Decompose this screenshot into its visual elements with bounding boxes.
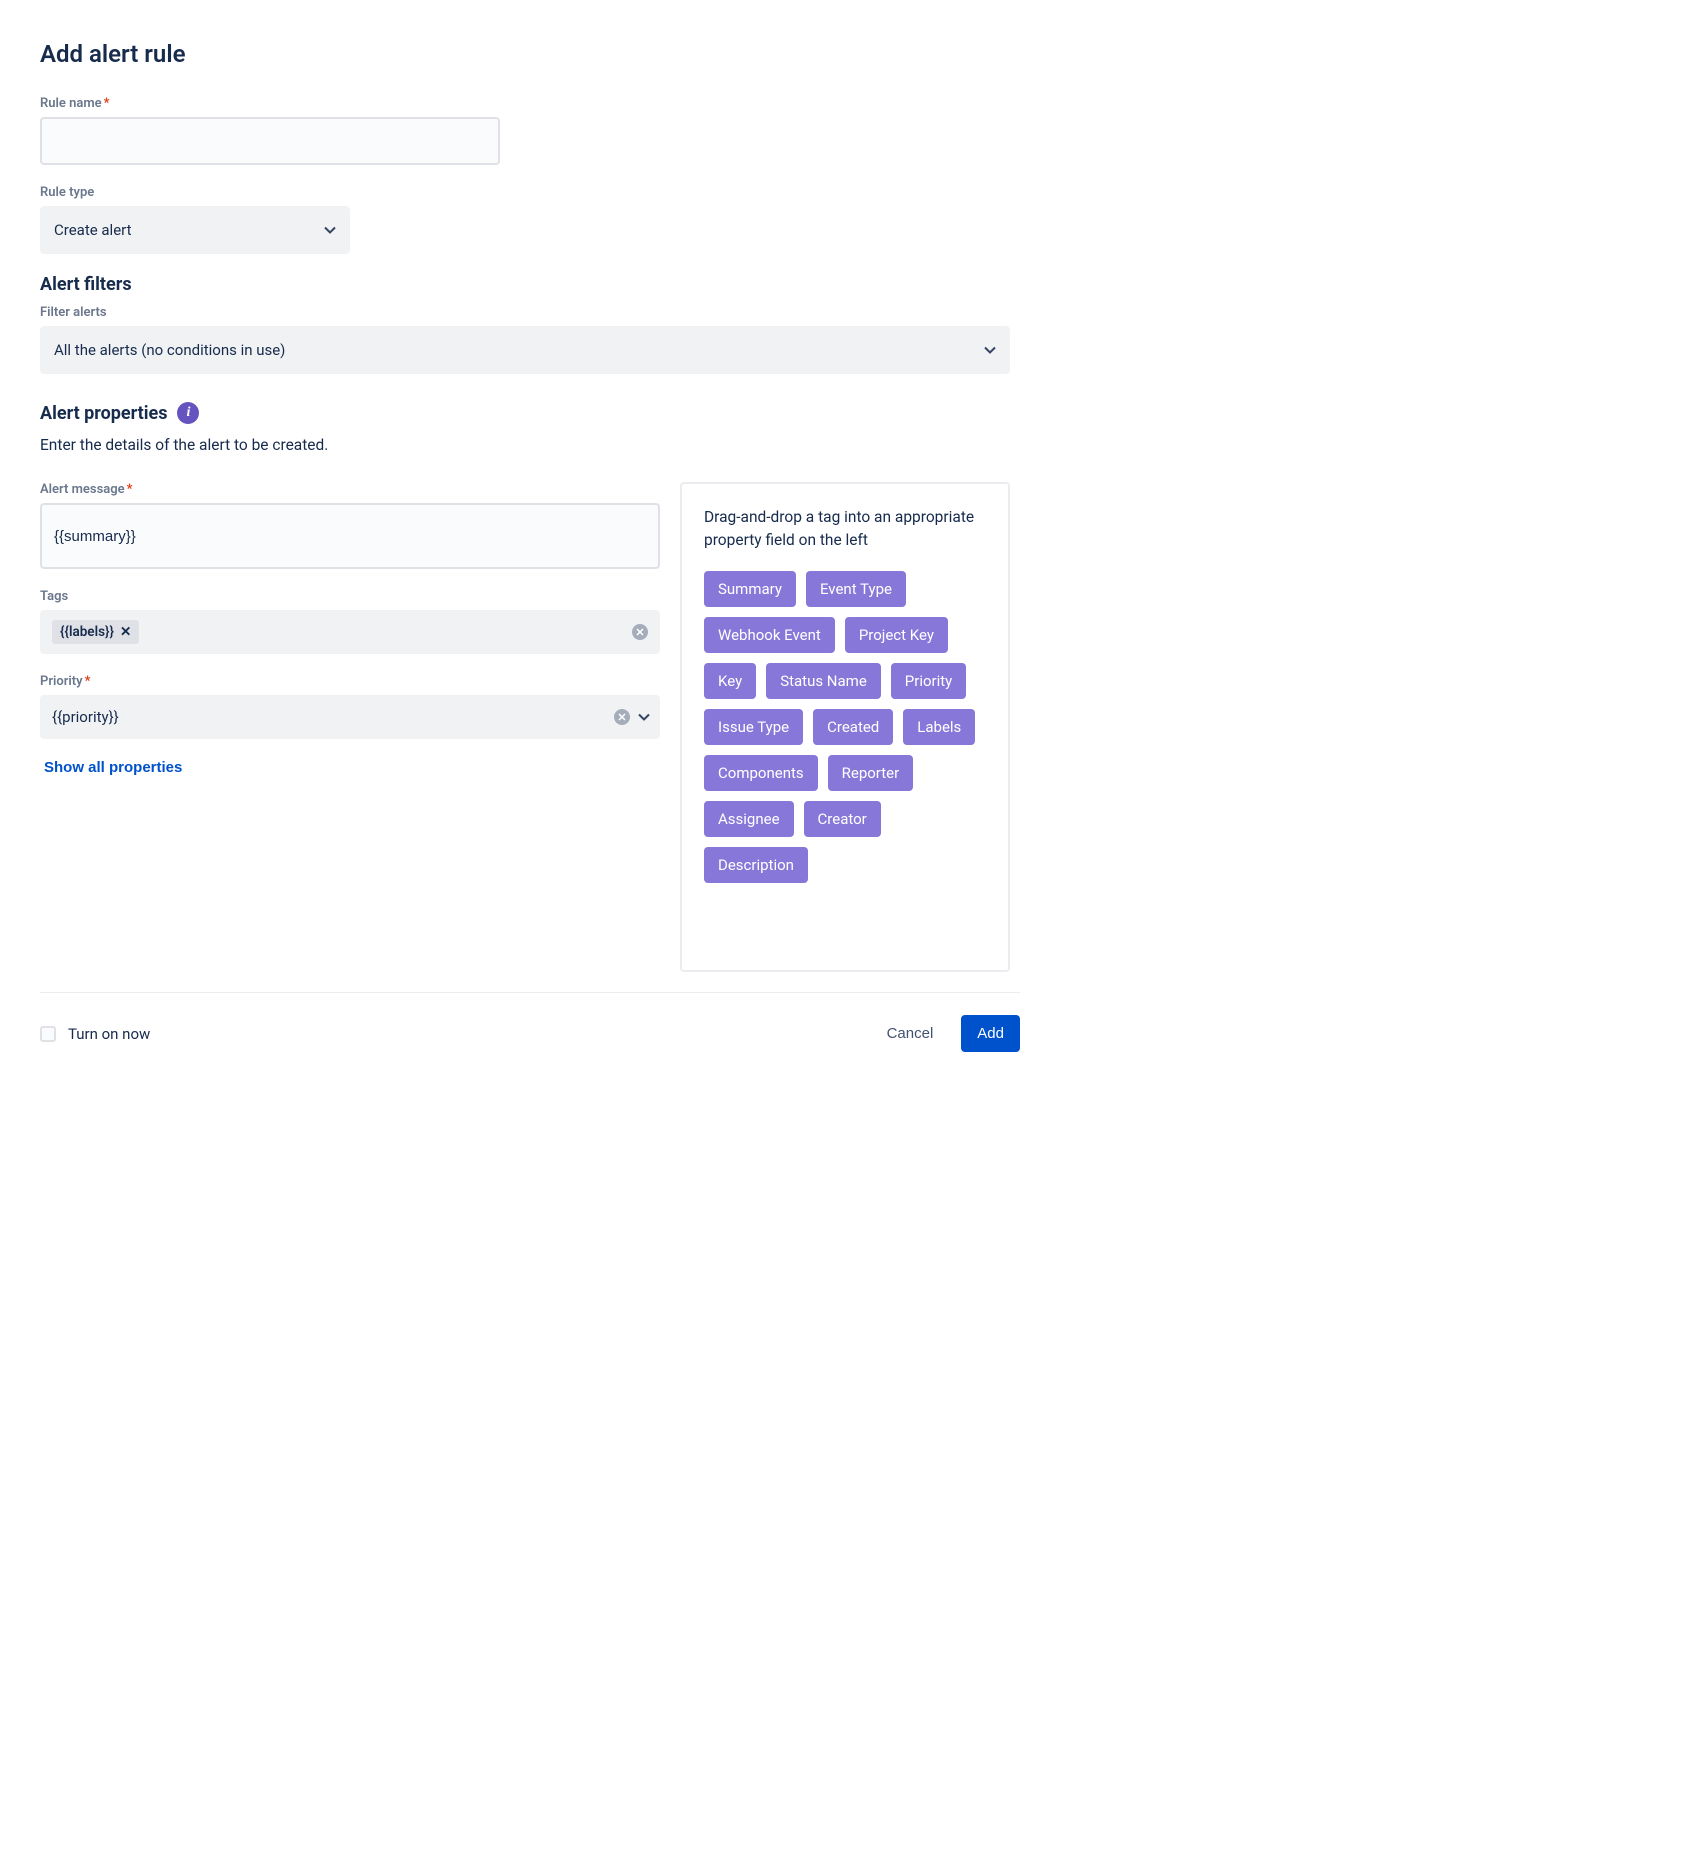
alert-properties-section: Alert properties i Enter the details of … bbox=[40, 402, 1010, 972]
tags-field-group: Tags {{labels}} ✕ ✕ bbox=[40, 589, 660, 654]
tag-chip-text: {{labels}} bbox=[60, 624, 114, 640]
drag-tag[interactable]: Description bbox=[704, 847, 808, 883]
alert-filters-heading: Alert filters bbox=[40, 274, 1010, 295]
drag-tag[interactable]: Assignee bbox=[704, 801, 794, 837]
filter-alerts-selected: All the alerts (no conditions in use) bbox=[54, 341, 285, 359]
alert-properties-heading: Alert properties i bbox=[40, 402, 1010, 424]
alert-properties-heading-text: Alert properties bbox=[40, 403, 167, 424]
alert-message-label-text: Alert message bbox=[40, 482, 125, 497]
turn-on-now-label: Turn on now bbox=[68, 1025, 150, 1043]
footer-bar: Turn on now Cancel Add bbox=[40, 992, 1020, 1082]
info-icon[interactable]: i bbox=[177, 402, 199, 424]
required-asterisk: * bbox=[85, 674, 91, 689]
properties-left-column: Alert message* Tags {{labels}} ✕ ✕ bbox=[40, 482, 660, 782]
alert-filters-section: Alert filters Filter alerts All the aler… bbox=[40, 274, 1010, 374]
tags-label: Tags bbox=[40, 589, 660, 604]
cancel-button[interactable]: Cancel bbox=[887, 1025, 934, 1042]
chevron-down-icon bbox=[324, 224, 336, 236]
priority-label: Priority* bbox=[40, 674, 660, 689]
tags-input[interactable]: {{labels}} ✕ ✕ bbox=[40, 610, 660, 654]
rule-name-field-group: Rule name* bbox=[40, 96, 1010, 165]
alert-message-input[interactable] bbox=[40, 503, 660, 569]
drag-panel-description: Drag-and-drop a tag into an appropriate … bbox=[704, 506, 986, 553]
chevron-down-icon bbox=[638, 711, 650, 723]
alert-message-field-group: Alert message* bbox=[40, 482, 660, 569]
priority-select[interactable]: {{priority}} ✕ bbox=[40, 695, 660, 739]
drag-tag[interactable]: Reporter bbox=[828, 755, 914, 791]
alert-message-label: Alert message* bbox=[40, 482, 660, 497]
drag-tag[interactable]: Labels bbox=[903, 709, 975, 745]
priority-field-group: Priority* {{priority}} ✕ bbox=[40, 674, 660, 739]
close-icon[interactable]: ✕ bbox=[120, 624, 131, 640]
drag-tag[interactable]: Summary bbox=[704, 571, 796, 607]
page-title: Add alert rule bbox=[40, 40, 1010, 68]
drag-tag[interactable]: Priority bbox=[891, 663, 966, 699]
filter-alerts-label: Filter alerts bbox=[40, 305, 1010, 320]
drag-tag[interactable]: Status Name bbox=[766, 663, 881, 699]
drag-tag[interactable]: Event Type bbox=[806, 571, 906, 607]
drag-tag[interactable]: Created bbox=[813, 709, 893, 745]
priority-value: {{priority}} bbox=[52, 708, 119, 726]
drag-tags-panel: Drag-and-drop a tag into an appropriate … bbox=[680, 482, 1010, 972]
alert-properties-desc: Enter the details of the alert to be cre… bbox=[40, 436, 1010, 454]
rule-name-label: Rule name* bbox=[40, 96, 1010, 111]
rule-type-select[interactable]: Create alert bbox=[40, 206, 350, 254]
drag-tag[interactable]: Project Key bbox=[845, 617, 948, 653]
tag-chip-labels[interactable]: {{labels}} ✕ bbox=[52, 620, 139, 644]
drag-tag[interactable]: Creator bbox=[804, 801, 881, 837]
rule-name-input[interactable] bbox=[40, 117, 500, 165]
priority-label-text: Priority bbox=[40, 674, 83, 689]
drag-tag[interactable]: Key bbox=[704, 663, 756, 699]
drag-tag[interactable]: Issue Type bbox=[704, 709, 803, 745]
drag-tag[interactable]: Webhook Event bbox=[704, 617, 835, 653]
rule-name-label-text: Rule name bbox=[40, 96, 102, 111]
turn-on-now-checkbox[interactable] bbox=[40, 1026, 56, 1042]
rule-type-selected: Create alert bbox=[54, 221, 132, 239]
filter-alerts-select[interactable]: All the alerts (no conditions in use) bbox=[40, 326, 1010, 374]
clear-icon[interactable]: ✕ bbox=[632, 624, 648, 640]
turn-on-now-wrap[interactable]: Turn on now bbox=[40, 1025, 150, 1043]
required-asterisk: * bbox=[104, 96, 110, 111]
clear-icon[interactable]: ✕ bbox=[614, 709, 630, 725]
footer-actions: Cancel Add bbox=[887, 1015, 1020, 1052]
rule-type-label: Rule type bbox=[40, 185, 1010, 200]
add-button[interactable]: Add bbox=[961, 1015, 1020, 1052]
show-all-properties-link[interactable]: Show all properties bbox=[40, 753, 186, 782]
chevron-down-icon bbox=[984, 344, 996, 356]
tag-cloud: Summary Event Type Webhook Event Project Ke… bbox=[704, 571, 986, 883]
rule-type-field-group: Rule type Create alert bbox=[40, 185, 1010, 254]
required-asterisk: * bbox=[127, 482, 133, 497]
drag-tag[interactable]: Components bbox=[704, 755, 818, 791]
